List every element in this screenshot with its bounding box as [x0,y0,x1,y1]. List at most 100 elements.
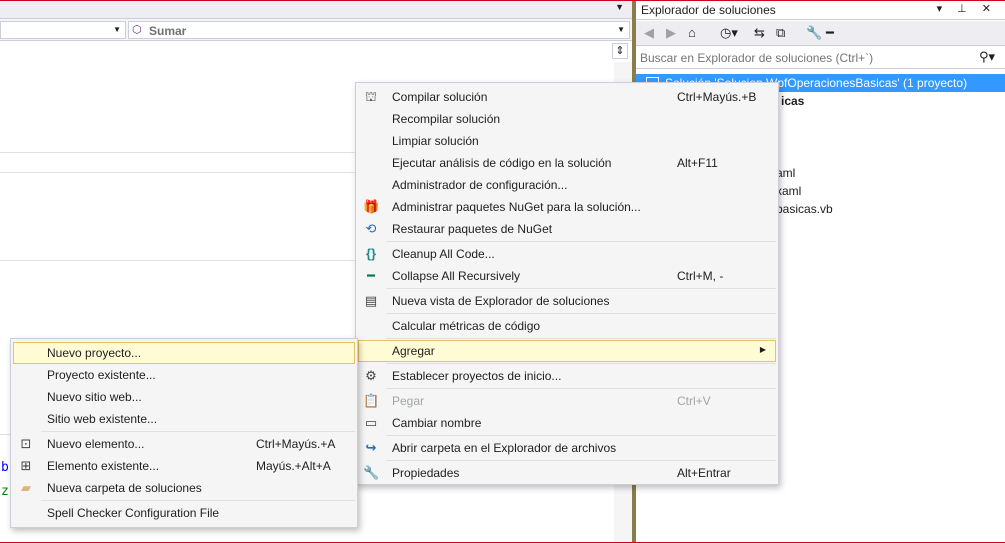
gear-icon: ⚙ [365,368,377,383]
menu-item-shortcut: Alt+F11 [677,156,718,170]
menu-item-nuevo-elemento[interactable]: ⊡ Nuevo elemento... Ctrl+Mayús.+A [13,433,355,455]
menu-item-label: Nuevo sitio web... [47,390,142,404]
menu-item-nueva-vista[interactable]: ▤ Nueva vista de Explorador de solucione… [358,290,776,312]
build-icon: ⛫ [365,89,377,104]
method-icon: ⬡ [132,24,142,36]
chevron-down-icon[interactable]: ▼ [617,25,625,34]
menu-item-proyecto-existente[interactable]: Proyecto existente... [13,364,355,386]
back-icon[interactable]: ◀ [644,25,654,41]
menu-separator [41,431,355,432]
menu-item-label: Nuevo elemento... [47,437,145,451]
menu-separator [386,363,776,364]
menu-item-spell-checker[interactable]: Spell Checker Configuration File [13,502,355,524]
menu-separator [386,435,776,436]
menu-separator [386,338,776,339]
restore-package-icon: ⟲ [365,221,377,236]
wrench-icon: 🔧 [363,465,380,480]
code-text: z [1,484,9,499]
menu-item-label: Spell Checker Configuration File [47,506,220,520]
panel-title: Explorador de soluciones [641,3,776,17]
menu-item-paquetes-nuget[interactable]: 🎁 Administrar paquetes NuGet para la sol… [358,196,776,218]
menu-item-label: Proyecto existente... [47,368,156,382]
menu-separator [386,313,776,314]
tree-item-label: icas [781,94,805,108]
menu-item-label: Abrir carpeta en el Explorador de archiv… [392,441,617,455]
history-icon[interactable]: ◷▾ [720,25,738,41]
search-input[interactable] [640,50,970,66]
menu-item-analisis-codigo[interactable]: Ejecutar análisis de código en la soluci… [358,152,776,174]
sync-icon[interactable]: ⇆ [754,25,765,41]
menu-item-label: Elemento existente... [47,459,160,473]
menu-item-shortcut: Mayús.+Alt+A [256,459,331,473]
menu-item-elemento-existente[interactable]: ⊞ Elemento existente... Mayús.+Alt+A [13,455,355,477]
chevron-down-icon[interactable]: ▼ [113,25,121,34]
menu-item-shortcut: Alt+Entrar [677,466,731,480]
menu-item-shortcut: Ctrl+Mayús.+B [677,90,757,104]
solution-explorer-title-bar: Explorador de soluciones ▾ ⊥ ✕ [636,0,1005,20]
existing-item-icon: ⊞ [20,458,32,473]
collapse-icon: ━ [367,268,375,283]
menu-item-label: Establecer proyectos de inicio... [392,369,562,383]
member-combo[interactable]: ⬡ Sumar ▼ [128,21,630,39]
menu-item-restaurar-nuget[interactable]: ⟲ Restaurar paquetes de NuGet [358,218,776,240]
panel-window-buttons[interactable]: ▾ ⊥ ✕ [937,2,997,15]
menu-item-agregar[interactable]: Agregar ▶ [358,340,776,362]
home-icon[interactable]: ⌂ [688,25,696,40]
wrench-icon[interactable]: 🔧 [806,25,822,41]
new-item-icon: ⊡ [20,436,32,451]
menu-item-calcular-metricas[interactable]: Calcular métricas de código [358,315,776,337]
paste-icon: 📋 [363,393,380,408]
solution-explorer-toolbar: ◀ ▶ ⌂ ◷▾ ⇆ ⧉ 🔧 ━ [636,21,1005,46]
menu-item-shortcut: Ctrl+V [677,394,711,408]
menu-item-nueva-carpeta[interactable]: ▰ Nueva carpeta de soluciones [13,477,355,499]
menu-item-propiedades[interactable]: 🔧 Propiedades Alt+Entrar [358,462,776,484]
type-combo[interactable]: ▼ [0,21,126,39]
forward-icon[interactable]: ▶ [666,25,676,41]
menu-item-compilar-solucion[interactable]: ⛫ Compilar solución Ctrl+Mayús.+B [358,86,776,108]
nuget-package-icon: 🎁 [363,199,380,214]
code-text: b [1,460,9,475]
menu-item-nuevo-sitio-web[interactable]: Nuevo sitio web... [13,386,355,408]
menu-item-cambiar-nombre[interactable]: ▭ Cambiar nombre [358,412,776,434]
menu-item-label: Propiedades [392,466,460,480]
menu-item-label: Administrador de configuración... [392,178,568,192]
member-combo-label: Sumar [149,24,187,38]
menu-item-shortcut: Ctrl+M, - [677,269,724,283]
menu-item-label: Pegar [392,394,425,408]
menu-item-label: Agregar [392,344,435,358]
collapse-all-icon[interactable]: ⧉ [776,25,785,41]
menu-item-label: Cambiar nombre [392,416,482,430]
preview-icon[interactable]: ━ [826,25,834,41]
new-folder-icon: ▰ [21,480,31,495]
tree-item-label: basicas.vb [776,202,833,216]
new-explorer-view-icon: ▤ [364,293,378,308]
menu-item-label: Sitio web existente... [47,412,158,426]
menu-item-limpiar-solucion[interactable]: Limpiar solución [358,130,776,152]
search-icon[interactable]: ⚲▾ [979,49,995,65]
menu-item-label: Administrar paquetes NuGet para la soluc… [392,200,641,214]
menu-item-establecer-proyectos[interactable]: ⚙ Establecer proyectos de inicio... [358,365,776,387]
menu-item-administrador-configuracion[interactable]: Administrador de configuración... [358,174,776,196]
split-window-icon[interactable]: ⇕ [612,43,628,59]
solution-context-menu: ⛫ Compilar solución Ctrl+Mayús.+B Recomp… [355,82,779,485]
menu-item-label: Recompilar solución [392,112,501,126]
open-folder-arrow-icon: ↪ [365,440,377,455]
editor-tab-strip: ▼ [0,0,632,19]
menu-item-collapse-all[interactable]: ━ Collapse All Recursively Ctrl+M, - [358,265,776,287]
menu-item-shortcut: Ctrl+Mayús.+A [256,437,336,451]
menu-item-label: Compilar solución [392,90,488,104]
window-border [0,0,1005,1]
submenu-arrow-icon: ▶ [759,345,766,354]
tab-dropdown-icon[interactable]: ▼ [615,2,624,12]
menu-item-recompilar-solucion[interactable]: Recompilar solución [358,108,776,130]
solution-search-box[interactable]: ⚲▾ [636,47,1005,69]
tree-item-label: xaml [776,184,802,198]
menu-item-sitio-web-existente[interactable]: Sitio web existente... [13,408,355,430]
menu-item-abrir-carpeta[interactable]: ↪ Abrir carpeta en el Explorador de arch… [358,437,776,459]
menu-item-cleanup-all-code[interactable]: {} Cleanup All Code... [358,243,776,265]
menu-item-label: Nueva carpeta de soluciones [47,481,202,495]
menu-item-label: Nuevo proyecto... [47,346,142,360]
menu-item-nuevo-proyecto[interactable]: Nuevo proyecto... [13,342,355,364]
menu-item-label: Restaurar paquetes de NuGet [392,222,553,236]
menu-separator [41,500,355,501]
